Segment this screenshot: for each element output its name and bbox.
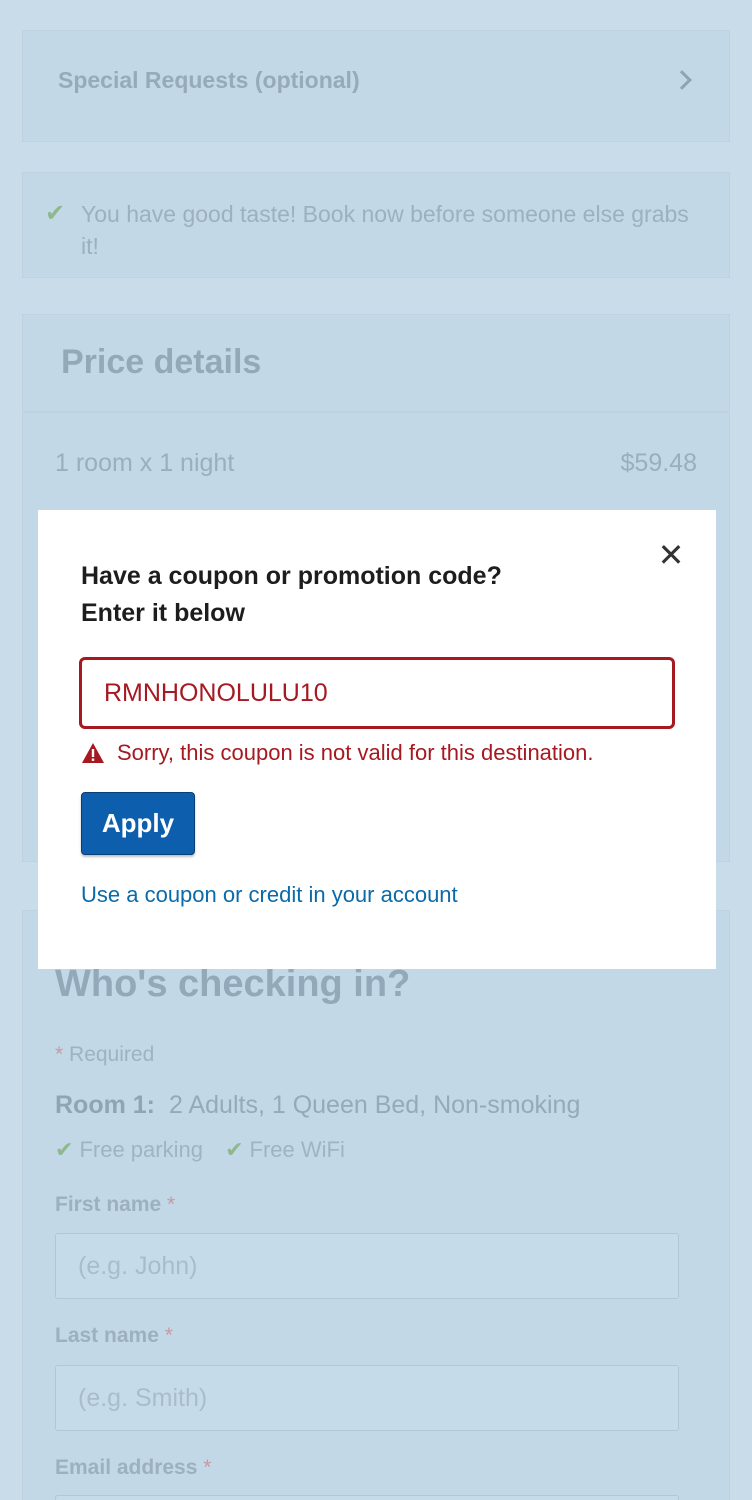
guest-info-section: Who's checking in? * Required Room 1: 2 A… xyxy=(22,910,730,1500)
email-label: Email address * xyxy=(55,1456,212,1479)
price-line-amount: $59.48 xyxy=(620,449,697,477)
check-icon: ✔ xyxy=(225,1137,244,1162)
chevron-right-icon xyxy=(672,70,692,90)
amenity-parking: Free parking xyxy=(79,1137,203,1162)
room-details: 2 Adults, 1 Queen Bed, Non-smoking xyxy=(169,1091,581,1119)
apply-button[interactable]: Apply xyxy=(81,792,195,855)
price-line-label: 1 room x 1 night xyxy=(55,449,235,477)
coupon-error-text: Sorry, this coupon is not valid for this… xyxy=(117,740,594,765)
coupon-code-input[interactable] xyxy=(79,657,675,729)
last-name-field[interactable]: (e.g. Smith) xyxy=(55,1365,679,1431)
email-field[interactable] xyxy=(55,1495,679,1500)
price-line: 1 room x 1 night $59.48 xyxy=(55,449,697,478)
special-requests-label: Special Requests (optional) xyxy=(58,67,360,93)
checkin-title: Who's checking in? xyxy=(55,963,411,1005)
close-icon[interactable]: ✕ xyxy=(656,539,686,571)
first-name-label: First name * xyxy=(55,1193,176,1216)
good-taste-banner: ✔ You have good taste! Book now before s… xyxy=(22,172,730,278)
account-coupon-link[interactable]: Use a coupon or credit in your account xyxy=(81,882,458,908)
required-note: * Required xyxy=(55,1043,155,1066)
coupon-modal: Have a coupon or promotion code? Enter i… xyxy=(38,510,716,969)
good-taste-text: You have good taste! Book now before som… xyxy=(81,201,689,259)
room-summary: Room 1: 2 Adults, 1 Queen Bed, Non-smokin… xyxy=(55,1091,580,1120)
amenity-wifi: Free WiFi xyxy=(249,1137,345,1162)
price-details-header: Price details xyxy=(22,314,730,412)
check-icon: ✔ xyxy=(45,200,66,227)
special-requests-row[interactable]: Special Requests (optional) xyxy=(22,30,730,142)
price-details-title: Price details xyxy=(61,343,262,381)
first-name-field[interactable]: (e.g. John) xyxy=(55,1233,679,1299)
coupon-modal-heading: Have a coupon or promotion code? Enter i… xyxy=(81,562,502,627)
amenities: ✔ Free parking ✔ Free WiFi xyxy=(55,1137,361,1163)
coupon-error-message: Sorry, this coupon is not valid for this… xyxy=(81,740,594,766)
room-label: Room 1: xyxy=(55,1091,155,1119)
check-icon: ✔ xyxy=(55,1137,74,1162)
warning-icon xyxy=(82,743,104,763)
last-name-label: Last name * xyxy=(55,1324,173,1347)
